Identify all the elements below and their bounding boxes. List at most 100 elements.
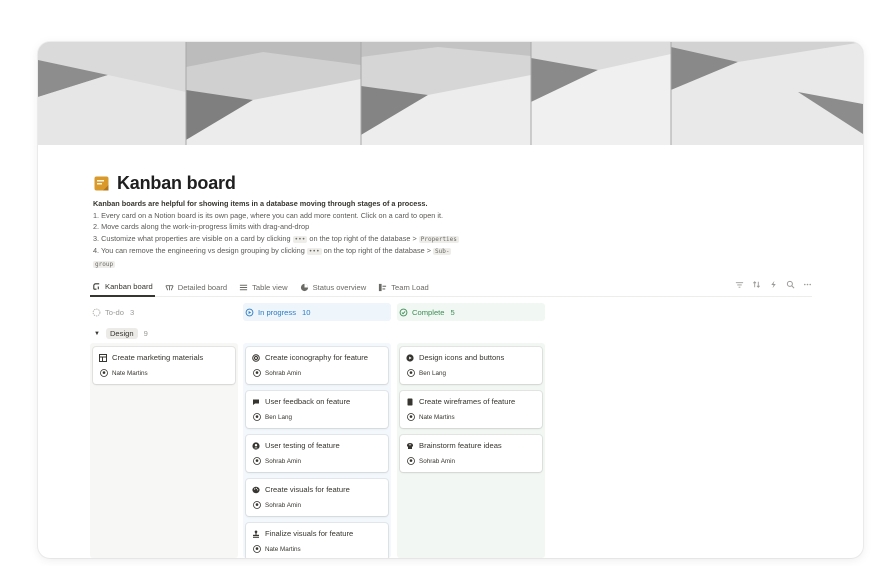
caret-down-icon[interactable]: ▼ (94, 331, 100, 337)
view-tabs: Kanban board Detailed board Table view S… (90, 278, 812, 297)
board-detailed-icon (165, 284, 174, 290)
kanban-card[interactable]: Create visuals for feature Sohrab Amin (246, 479, 388, 516)
avatar-icon (253, 501, 261, 509)
more-icon[interactable] (803, 280, 812, 289)
tab-label: Kanban board (105, 282, 153, 291)
status-play-circle-icon (245, 308, 254, 316)
kanban-card[interactable]: Finalize visuals for feature Nate Martin… (246, 523, 388, 558)
card-title: User feedback on feature (252, 397, 350, 406)
cover-image[interactable] (38, 42, 863, 145)
tab-detailed-board[interactable]: Detailed board (163, 278, 229, 296)
inline-code: Sub- (433, 248, 452, 256)
database-toolbar (735, 280, 812, 289)
notion-page-window: Kanban board Kanban boards are helpful f… (38, 42, 863, 558)
kanban-card[interactable]: Design icons and buttons Ben Lang (400, 347, 542, 384)
inline-code: ••• (306, 248, 322, 256)
card-assignee[interactable]: Ben Lang (253, 413, 292, 421)
document-icon (407, 398, 413, 405)
card-title-text: Create wireframes of feature (419, 397, 516, 406)
brain-icon (406, 442, 414, 449)
assignee-name: Sohrab Amin (265, 501, 302, 509)
stamp-icon (253, 530, 259, 538)
lane-complete: Design icons and buttons Ben Lang Create… (397, 343, 545, 558)
card-title-text: Design icons and buttons (419, 353, 505, 362)
card-title-text: User testing of feature (265, 441, 340, 450)
assignee-name: Ben Lang (419, 369, 446, 377)
inline-code: group (93, 260, 116, 268)
inline-code: ••• (292, 235, 308, 243)
description-line-2: 2. Move cards along the work-in-progress… (93, 222, 310, 232)
description-line-4-cont: group (93, 258, 523, 271)
filter-icon[interactable] (735, 280, 744, 289)
sort-icon[interactable] (752, 280, 761, 289)
card-assignee[interactable]: Sohrab Amin (253, 457, 301, 465)
assignee-name: Nate Martins (112, 369, 148, 377)
card-assignee[interactable]: Ben Lang (407, 369, 446, 377)
tab-label: Team Load (391, 282, 429, 292)
column-count: 5 (450, 307, 455, 317)
description-text: 4. You can remove the engineering vs des… (93, 246, 305, 256)
kanban-card[interactable]: Create wireframes of feature Nate Martin… (400, 391, 542, 428)
avatar-icon (407, 369, 415, 377)
column-count: 10 (302, 307, 311, 317)
kanban-card[interactable]: User feedback on feature Ben Lang (246, 391, 388, 428)
card-assignee[interactable]: Sohrab Amin (253, 369, 301, 377)
status-check-circle-icon (399, 308, 408, 316)
board-icon (93, 283, 100, 290)
page-title[interactable]: Kanban board (117, 173, 236, 194)
search-icon[interactable] (786, 280, 795, 289)
tab-status-overview[interactable]: Status overview (298, 278, 369, 296)
card-assignee[interactable]: Sohrab Amin (407, 457, 455, 465)
card-title-text: User feedback on feature (265, 397, 351, 406)
assignee-name: Sohrab Amin (265, 369, 302, 377)
card-title: Create marketing materials (99, 353, 203, 362)
description-intro: Kanban boards are helpful for showing it… (93, 199, 428, 208)
assignee-name: Sohrab Amin (265, 457, 302, 465)
card-title-text: Create visuals for feature (265, 485, 350, 494)
page-header: Kanban board (94, 173, 236, 194)
card-title: Brainstorm feature ideas (406, 441, 502, 450)
column-label: To-do (105, 307, 124, 317)
card-assignee[interactable]: Nate Martins (100, 369, 148, 377)
card-assignee[interactable]: Sohrab Amin (253, 501, 301, 509)
tab-kanban-board[interactable]: Kanban board (90, 278, 155, 297)
avatar-icon (253, 369, 261, 377)
kanban-card[interactable]: User testing of feature Sohrab Amin (246, 435, 388, 472)
card-assignee[interactable]: Nate Martins (407, 413, 455, 421)
kanban-card[interactable]: Brainstorm feature ideas Sohrab Amin (400, 435, 542, 472)
card-assignee[interactable]: Nate Martins (253, 545, 301, 553)
user-circle-icon (252, 441, 260, 450)
column-header-complete[interactable]: Complete 5 (397, 303, 545, 321)
palette-icon (252, 486, 260, 493)
tab-table-view[interactable]: Table view (237, 278, 289, 296)
lightning-icon[interactable] (769, 280, 778, 289)
card-title: User testing of feature (252, 441, 340, 450)
sticky-note-icon[interactable] (94, 176, 109, 191)
avatar-icon (407, 413, 415, 421)
description-text: 3. Customize what properties are visible… (93, 233, 291, 243)
card-title-text: Finalize visuals for feature (265, 529, 354, 538)
card-title: Create visuals for feature (252, 485, 350, 494)
tab-team-load[interactable]: Team Load (376, 278, 431, 296)
layout-icon (99, 353, 107, 362)
description-line-4: 4. You can remove the engineering vs des… (93, 245, 523, 258)
play-circle-icon (406, 353, 414, 362)
team-load-icon (379, 283, 387, 291)
description-line-1: 1. Every card on a Notion board is its o… (93, 210, 444, 220)
column-header-in-progress[interactable]: In progress 10 (243, 303, 391, 321)
group-design[interactable]: ▼ Design 9 (94, 328, 148, 339)
card-title: Create iconography for feature (252, 353, 368, 362)
card-title: Create wireframes of feature (406, 397, 515, 406)
avatar-icon (253, 457, 261, 465)
target-icon (252, 353, 260, 362)
column-header-todo[interactable]: To-do 3 (90, 303, 238, 321)
card-title-text: Create iconography for feature (265, 353, 368, 362)
chat-bubble-icon (253, 399, 259, 405)
column-count: 3 (130, 307, 135, 317)
kanban-card[interactable]: Create iconography for feature Sohrab Am… (246, 347, 388, 384)
avatar-icon (253, 545, 261, 553)
kanban-card[interactable]: Create marketing materials Nate Martins (93, 347, 235, 384)
column-label: In progress (258, 307, 296, 317)
pie-icon (300, 283, 308, 291)
description-line-3: 3. Customize what properties are visible… (93, 233, 523, 246)
